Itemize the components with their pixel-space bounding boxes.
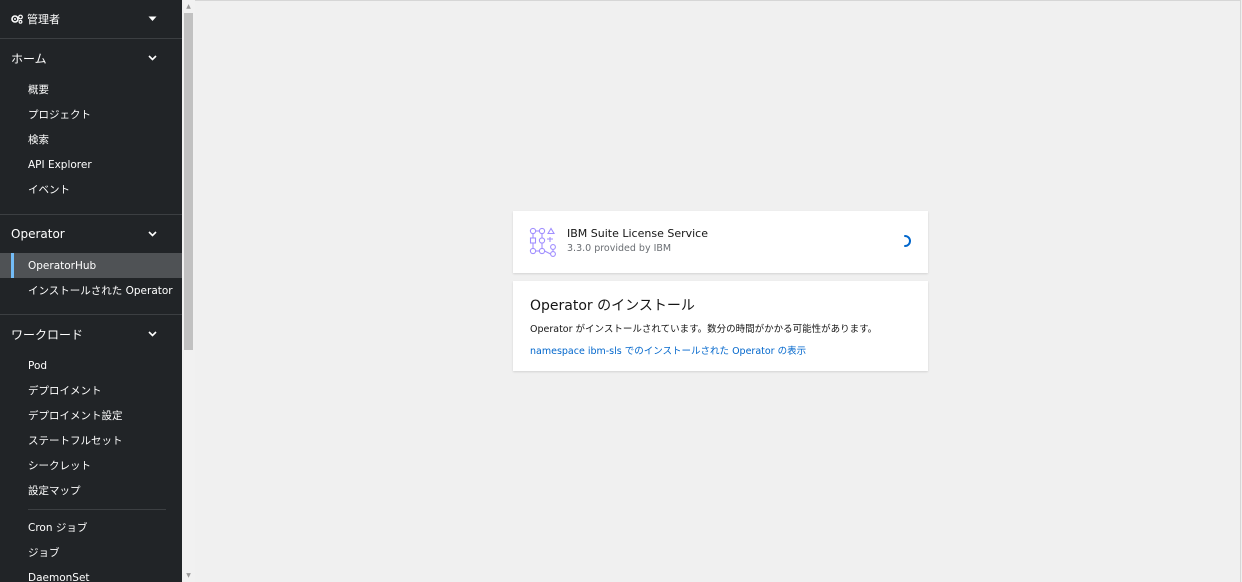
chevron-down-icon <box>148 54 157 63</box>
nav-item-jobs[interactable]: ジョブ <box>0 540 182 565</box>
operator-provider: 3.3.0 provided by IBM <box>567 243 672 254</box>
nav-item-operatorhub[interactable]: OperatorHub <box>0 253 182 278</box>
nav-item-installed-operators[interactable]: インストールされた Operator <box>0 278 182 303</box>
install-message: Operator がインストールされています。数分の時間がかかる可能性があります… <box>530 324 878 335</box>
nav-section-home: ホーム 概要 プロジェクト 検索 API Explorer イベント <box>0 39 182 214</box>
operator-name: IBM Suite License Service <box>567 227 708 240</box>
operator-logo-icon <box>529 227 557 257</box>
nav-section-operator-toggle[interactable]: Operator <box>0 215 182 253</box>
nav-section-workloads-toggle[interactable]: ワークロード <box>0 315 182 353</box>
scroll-down-arrow-icon[interactable]: ▼ <box>185 572 192 579</box>
chevron-down-icon <box>148 230 157 239</box>
sidebar-nav: 管理者 ホーム 概要 プロジェクト 検索 API Explorer イベント O… <box>0 0 182 582</box>
install-status-card: Operator のインストール Operator がインストールされています。… <box>513 281 928 371</box>
operator-card: IBM Suite License Service 3.3.0 provided… <box>513 211 928 273</box>
loading-spinner-icon <box>901 233 913 247</box>
nav-item-api-explorer[interactable]: API Explorer <box>0 152 182 177</box>
view-installed-operators-link[interactable]: namespace ibm-sls でのインストールされた Operator の… <box>530 343 806 357</box>
nav-item-events[interactable]: イベント <box>0 177 182 202</box>
cogs-icon <box>11 14 23 24</box>
caret-down-icon <box>148 15 157 24</box>
perspective-label: 管理者 <box>27 13 60 26</box>
nav-section-operator: Operator OperatorHub インストールされた Operator <box>0 215 182 314</box>
nav-divider <box>28 509 166 510</box>
scrollbar-thumb[interactable] <box>184 13 193 350</box>
nav-section-title: ワークロード <box>11 327 84 342</box>
perspective-switcher[interactable]: 管理者 <box>0 0 182 39</box>
nav-item-overview[interactable]: 概要 <box>0 77 182 102</box>
nav-section-home-toggle[interactable]: ホーム <box>0 39 182 77</box>
nav-section-title: Operator <box>11 227 65 241</box>
nav-item-projects[interactable]: プロジェクト <box>0 102 182 127</box>
nav-item-daemonsets[interactable]: DaemonSet <box>0 565 182 582</box>
nav-item-pods[interactable]: Pod <box>0 353 182 378</box>
nav-item-deployment-configs[interactable]: デプロイメント設定 <box>0 403 182 428</box>
nav-item-statefulsets[interactable]: ステートフルセット <box>0 428 182 453</box>
main-content: IBM Suite License Service 3.3.0 provided… <box>195 0 1241 582</box>
nav-section-title: ホーム <box>11 51 47 66</box>
chevron-down-icon <box>148 330 157 339</box>
sidebar-scrollbar[interactable]: ▲ ▼ <box>182 0 195 582</box>
scroll-up-arrow-icon[interactable]: ▲ <box>185 3 192 10</box>
nav-item-search[interactable]: 検索 <box>0 127 182 152</box>
nav-section-workloads: ワークロード Pod デプロイメント デプロイメント設定 ステートフルセット シ… <box>0 315 182 582</box>
install-title: Operator のインストール <box>530 298 695 314</box>
nav-item-cron-jobs[interactable]: Cron ジョブ <box>0 515 182 540</box>
nav-item-deployments[interactable]: デプロイメント <box>0 378 182 403</box>
nav-item-config-maps[interactable]: 設定マップ <box>0 478 182 503</box>
nav-item-secrets[interactable]: シークレット <box>0 453 182 478</box>
